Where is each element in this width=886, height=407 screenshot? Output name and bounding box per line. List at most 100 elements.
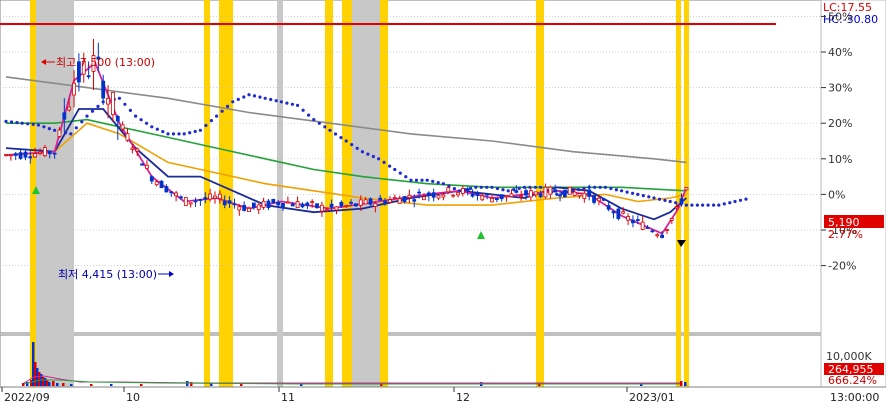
x-tick-label: 11 [281, 391, 295, 404]
candle-body [222, 200, 227, 206]
candle-body [577, 193, 582, 197]
candle-body [295, 201, 300, 209]
volume-bar [680, 381, 683, 386]
candle-body [499, 194, 504, 200]
candle-body [684, 187, 689, 191]
candle-body [422, 196, 426, 201]
purple-dotted-point [414, 178, 419, 182]
candle-body [208, 193, 213, 200]
purple-dotted-point [695, 203, 700, 207]
volume-bar [240, 384, 243, 386]
candle-body [237, 206, 242, 211]
purple-dotted-point [728, 201, 732, 205]
purple-dotted-point [674, 201, 678, 205]
candle-body [334, 206, 339, 211]
purple-dotted-point [684, 203, 689, 207]
purple-dotted-point [712, 203, 716, 207]
purple-dotted-point [490, 185, 494, 189]
purple-dotted-point [744, 197, 748, 201]
purple-dotted-point [134, 114, 138, 118]
y-tick-label: 0% [828, 188, 845, 201]
candle-body [135, 148, 140, 152]
candle-body [130, 147, 135, 150]
candle-body [402, 196, 407, 203]
candle-body [485, 193, 490, 196]
candle-body [315, 203, 319, 209]
candle-body [300, 203, 305, 208]
candle-body [669, 218, 674, 221]
candle-body [18, 152, 23, 159]
candle-body [154, 181, 159, 186]
purple-dotted-point [69, 132, 73, 136]
candle-body [305, 202, 310, 206]
volume-bar [110, 384, 113, 386]
candle-body [465, 188, 470, 192]
purple-dotted-point [333, 132, 338, 136]
purple-dotted-point [90, 109, 95, 113]
candle-body [285, 201, 290, 204]
price-panel [0, 0, 822, 334]
volume-ratio: 666.24% [828, 374, 877, 387]
candle-body [319, 204, 324, 212]
candle-body [111, 92, 115, 115]
purple-dotted-point [215, 114, 219, 118]
purple-dotted-point [636, 192, 640, 196]
candle-body [101, 80, 106, 99]
candle-body [417, 191, 422, 194]
candle-body [4, 154, 8, 157]
candle-body [42, 147, 47, 157]
candle-body [426, 192, 431, 196]
purple-dotted-point [4, 119, 8, 123]
volume-bar [62, 383, 65, 386]
purple-dotted-point [252, 94, 257, 98]
purple-dotted-point [495, 186, 500, 191]
candle-body [470, 193, 475, 197]
candle-body [13, 153, 18, 156]
candle-body [650, 230, 655, 233]
candle-body [621, 211, 626, 214]
purple-dotted-point [85, 114, 89, 118]
purple-dotted-point [474, 185, 478, 189]
purple-dotted-point [625, 190, 629, 194]
purple-dotted-point [620, 189, 624, 193]
purple-dotted-point [701, 203, 705, 207]
purple-dotted-point [274, 99, 278, 103]
purple-dotted-point [26, 122, 30, 126]
candle-body [567, 186, 572, 195]
candle-body [266, 200, 271, 208]
candle-body [324, 209, 329, 212]
y-tick-label: 50% [828, 10, 852, 23]
volume-bar [684, 382, 687, 386]
purple-dotted-point [128, 108, 132, 112]
purple-dotted-point [188, 131, 192, 135]
purple-dotted-point [198, 128, 202, 132]
purple-dotted-point [641, 194, 645, 198]
purple-dotted-point [614, 188, 619, 192]
purple-dotted-point [117, 96, 121, 100]
candle-body [563, 189, 567, 198]
volume-bar [48, 382, 51, 386]
purple-dotted-point [598, 185, 602, 189]
purple-dotted-point [296, 103, 300, 107]
purple-dotted-point [609, 186, 613, 191]
purple-dotted-point [9, 120, 14, 124]
candle-body [504, 195, 509, 198]
purple-dotted-point [96, 104, 100, 108]
y-tick-label: 40% [828, 46, 852, 59]
candle-body [640, 221, 645, 230]
candle-body [33, 153, 38, 158]
purple-dotted-point [398, 171, 402, 175]
purple-dotted-point [123, 102, 127, 106]
purple-dotted-point [269, 97, 273, 102]
purple-dotted-point [360, 150, 364, 154]
candle-body [616, 208, 621, 219]
yellow-band [342, 0, 352, 387]
purple-dotted-point [204, 123, 208, 128]
x-tick-label: 2023/01 [629, 391, 675, 404]
purple-dotted-point [501, 188, 505, 192]
purple-dotted-point [236, 97, 240, 101]
candle-body [601, 198, 606, 201]
candle-body [57, 129, 62, 137]
candle-body [645, 227, 650, 229]
candle-body [572, 191, 577, 196]
